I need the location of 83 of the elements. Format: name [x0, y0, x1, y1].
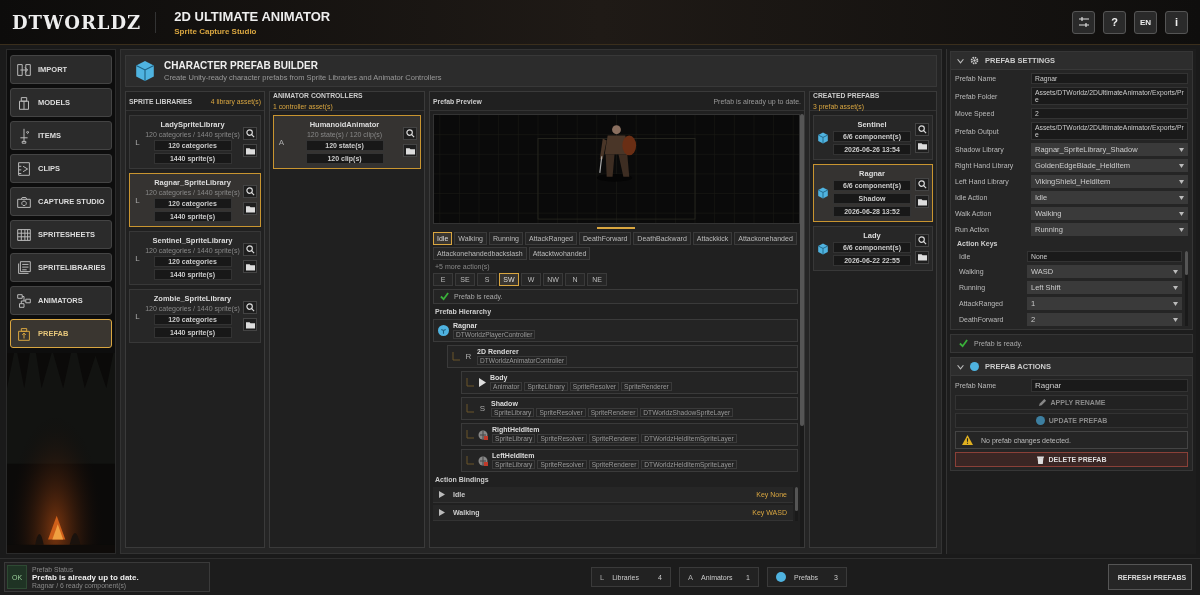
trash-icon [1036, 455, 1044, 464]
scrollbar[interactable] [1185, 251, 1188, 326]
help-button[interactable]: ? [1103, 10, 1126, 34]
caret-icon [1179, 179, 1184, 184]
settings-button[interactable] [1072, 10, 1095, 34]
brand-logo: DTWORLDZ [12, 11, 157, 33]
tree-connector [466, 456, 474, 465]
search-icon [245, 187, 255, 196]
scrollbar[interactable] [800, 114, 804, 547]
folder-icon [405, 146, 415, 155]
search-icon [245, 245, 255, 254]
tree-connector [466, 430, 474, 439]
language-button[interactable]: EN [1134, 10, 1157, 34]
scrollbar[interactable] [795, 487, 798, 521]
caret-icon [1179, 163, 1184, 168]
tree-connector [466, 404, 474, 413]
asset-letter: L [134, 137, 141, 147]
item-icon [478, 455, 488, 466]
caret-icon [1173, 301, 1178, 306]
text-field[interactable]: Ragnar [1031, 379, 1188, 392]
info-button[interactable]: i [1165, 10, 1188, 34]
resize-handle[interactable] [596, 227, 635, 229]
app-subtitle: Sprite Capture Studio [174, 26, 258, 36]
search-icon [917, 235, 927, 245]
warning-icon [962, 435, 973, 445]
node-letter: S [478, 404, 487, 413]
search-icon [917, 180, 927, 189]
sliders-icon [1077, 16, 1090, 28]
pencil-icon [1037, 398, 1047, 407]
folder-button[interactable] [243, 318, 257, 331]
caret-icon [1179, 211, 1184, 216]
folder-icon [917, 253, 927, 261]
folder-button[interactable] [243, 260, 257, 273]
node-letter: R [464, 352, 473, 361]
folder-button[interactable] [915, 250, 929, 264]
caret-icon [1179, 195, 1184, 200]
inspect-button[interactable] [243, 185, 257, 198]
folder-button[interactable] [243, 144, 257, 157]
asset-letter: A [277, 137, 286, 147]
inspect-button[interactable] [243, 127, 257, 140]
tree-connector [466, 378, 474, 387]
caret-icon [1173, 269, 1178, 274]
search-icon [245, 303, 255, 312]
folder-button[interactable] [403, 144, 417, 157]
inspect-button[interactable] [915, 233, 929, 247]
inspect-button[interactable] [915, 178, 929, 191]
folder-icon [917, 197, 927, 206]
folder-button[interactable] [915, 195, 929, 208]
inspect-button[interactable] [915, 122, 929, 136]
clip-icon [15, 159, 33, 178]
inspect-button[interactable] [243, 243, 257, 256]
check-icon [440, 292, 449, 301]
tree-connector [452, 352, 460, 361]
caret-icon [1179, 147, 1184, 152]
search-icon [245, 129, 255, 138]
search-icon [405, 129, 415, 138]
asset-letter: L [134, 253, 141, 263]
builder-title: CHARACTER PREFAB BUILDER [164, 60, 319, 71]
item-icon [478, 429, 488, 440]
play-icon [478, 378, 486, 387]
folder-icon [245, 320, 255, 329]
asset-letter: L [134, 195, 141, 205]
caret-icon [1173, 285, 1178, 290]
app-title: 2D ULTIMATE ANIMATOR [174, 8, 331, 24]
check-icon [959, 339, 968, 348]
search-icon [917, 124, 927, 134]
stack-icon [15, 258, 33, 277]
inspect-button[interactable] [403, 127, 417, 140]
status-message: Prefab is already up to date. [32, 572, 139, 582]
folder-icon [245, 146, 255, 155]
gear-icon [970, 56, 979, 65]
asset-letter: L [134, 311, 141, 321]
caret-icon [1173, 317, 1178, 322]
expand-arrow-icon [439, 491, 445, 498]
inspect-button[interactable] [243, 301, 257, 314]
folder-button[interactable] [915, 139, 929, 153]
folder-icon [917, 142, 927, 150]
folder-icon [245, 204, 255, 213]
expand-arrow-icon [439, 509, 445, 516]
folder-button[interactable] [243, 202, 257, 215]
nodes-icon [15, 291, 33, 310]
folder-icon [245, 262, 255, 271]
caret-icon [1179, 227, 1184, 232]
